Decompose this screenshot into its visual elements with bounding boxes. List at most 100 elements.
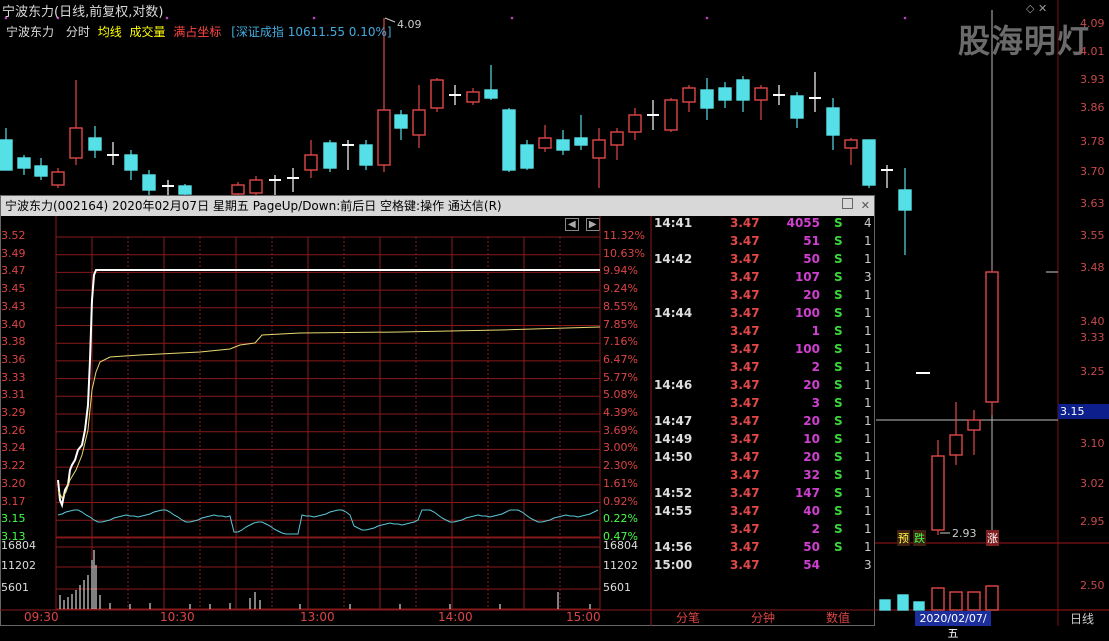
tab-fenzhong[interactable]: 分钟: [751, 609, 775, 626]
pct-tick: 2.30%: [603, 459, 638, 473]
trade-row[interactable]: 3.47 32 S 1: [652, 468, 874, 486]
trade-time: 14:46: [654, 378, 693, 392]
trade-vol: 100: [794, 306, 820, 320]
trade-cnt: 1: [864, 360, 872, 374]
trade-row[interactable]: 3.47 100 S 1: [652, 342, 874, 360]
trade-vol: 50: [803, 252, 820, 266]
trade-row[interactable]: 3.47 1 S 1: [652, 324, 874, 342]
trade-row[interactable]: 15:00 3.47 54 3: [652, 558, 874, 576]
trade-price: 3.47: [730, 558, 760, 572]
trade-row[interactable]: 14:52 3.47 147 S 1: [652, 486, 874, 504]
trade-row[interactable]: 14:55 3.47 40 S 1: [652, 504, 874, 522]
trade-bs: S: [834, 504, 843, 518]
volume-tick-label: 16804: [1, 539, 36, 552]
trade-row[interactable]: 3.47 2 S 1: [652, 360, 874, 378]
trade-price: 3.47: [730, 252, 760, 266]
right-axis-label: 3.02: [1080, 477, 1105, 490]
trade-row[interactable]: 3.47 51 S 1: [652, 234, 874, 252]
tab-shuzhi[interactable]: 数值: [826, 609, 850, 626]
trade-row[interactable]: 14:41 3.47 4055 S 4: [652, 216, 874, 234]
trade-bs: S: [834, 252, 843, 266]
pct-tick: 4.39%: [603, 406, 638, 419]
price-tick: 3.40: [1, 317, 26, 331]
price-tick: 3.26: [1, 423, 26, 437]
trade-cnt: 1: [864, 504, 872, 518]
volume-bar: [897, 594, 909, 611]
tab-fenbi[interactable]: 分笔: [676, 609, 700, 626]
trade-row[interactable]: 14:44 3.47 100 S 1: [652, 306, 874, 324]
window-controls[interactable]: ◇ ✕: [1026, 2, 1047, 15]
trade-price: 3.47: [730, 216, 760, 230]
trade-row[interactable]: 14:47 3.47 20 S 1: [652, 414, 874, 432]
trade-row[interactable]: 14:46 3.47 20 S 1: [652, 378, 874, 396]
trade-bs: S: [834, 432, 843, 446]
right-axis-label: 3.55: [1080, 229, 1105, 242]
trade-price: 3.47: [730, 288, 760, 302]
right-axis-label: 4.09: [1080, 17, 1105, 30]
trade-price: 3.47: [730, 522, 760, 536]
trade-vol: 20: [803, 378, 820, 392]
right-axis-label: 4.01: [1080, 45, 1105, 58]
trade-bs: S: [834, 306, 843, 320]
trade-cnt: 1: [864, 342, 872, 356]
trade-row[interactable]: 14:50 3.47 20 S 1: [652, 450, 874, 468]
pct-tick: 3.00%: [603, 441, 638, 455]
price-line: [57, 269, 600, 509]
pct-tick: 11.32%: [603, 229, 645, 242]
trade-vol: 20: [803, 414, 820, 428]
trade-vol: 20: [803, 450, 820, 464]
trade-vol: 3: [811, 396, 820, 410]
pct-tick: 6.47%: [603, 352, 638, 366]
trade-cnt: 1: [864, 540, 872, 554]
trade-row[interactable]: 14:49 3.47 10 S 1: [652, 432, 874, 450]
trade-time: 14:52: [654, 486, 693, 500]
trade-cnt: 1: [864, 396, 872, 410]
trade-time: 14:44: [654, 306, 693, 320]
trade-row[interactable]: 14:42 3.47 50 S 1: [652, 252, 874, 270]
volume-tick-label: 5601: [1, 581, 29, 594]
trade-cnt: 1: [864, 450, 872, 464]
price-tick: 3.47: [1, 264, 26, 278]
volume-tick-label: 16804: [603, 539, 638, 552]
right-axis-label: 3.78: [1080, 135, 1105, 148]
low-label: 2.93: [952, 527, 977, 540]
trade-price: 3.47: [730, 342, 760, 356]
trade-time: 14:49: [654, 432, 693, 446]
price-tick: 3.52: [1, 229, 26, 242]
price-tick: 3.38: [1, 335, 26, 349]
intraday-volume: [59, 550, 591, 609]
trade-bs: S: [834, 468, 843, 482]
trade-time: 14:56: [654, 540, 693, 554]
trade-bs: S: [834, 522, 843, 536]
watermark: 股海明灯: [958, 22, 1091, 60]
trade-time: 14:42: [654, 252, 693, 266]
right-axis-label: 2.50: [1080, 579, 1105, 592]
trade-vol: 1: [811, 324, 820, 338]
right-axis-label: 3.25: [1080, 365, 1105, 378]
candle-body: [931, 455, 945, 531]
price-tick: 3.33: [1, 370, 26, 384]
price-tick: 3.22: [1, 459, 26, 473]
trade-row[interactable]: 3.47 20 S 1: [652, 288, 874, 306]
price-tick: 3.45: [1, 282, 26, 296]
trade-row[interactable]: 3.47 107 S 3: [652, 270, 874, 288]
trade-price: 3.47: [730, 270, 760, 284]
yu-badge: 预: [897, 530, 910, 546]
trade-cnt: 3: [864, 270, 872, 284]
candle-body: [949, 434, 963, 456]
dot-marker: [903, 16, 907, 20]
trade-vol: 54: [803, 558, 820, 572]
trade-time: 14:41: [654, 216, 693, 230]
trade-bs: S: [834, 360, 843, 374]
trade-bs: S: [834, 342, 843, 356]
period-daily-button[interactable]: 日线: [1070, 610, 1094, 627]
trade-cnt: 1: [864, 378, 872, 392]
price-tick: 3.36: [1, 352, 26, 366]
trade-time: 14:55: [654, 504, 693, 518]
trade-row[interactable]: 14:56 3.47 50 S 1: [652, 540, 874, 558]
trade-price: 3.47: [730, 396, 760, 410]
volume-tick-label: 11202: [1, 559, 36, 572]
trade-bs: S: [834, 216, 843, 230]
trade-row[interactable]: 3.47 2 S 1: [652, 522, 874, 540]
trade-row[interactable]: 3.47 3 S 1: [652, 396, 874, 414]
